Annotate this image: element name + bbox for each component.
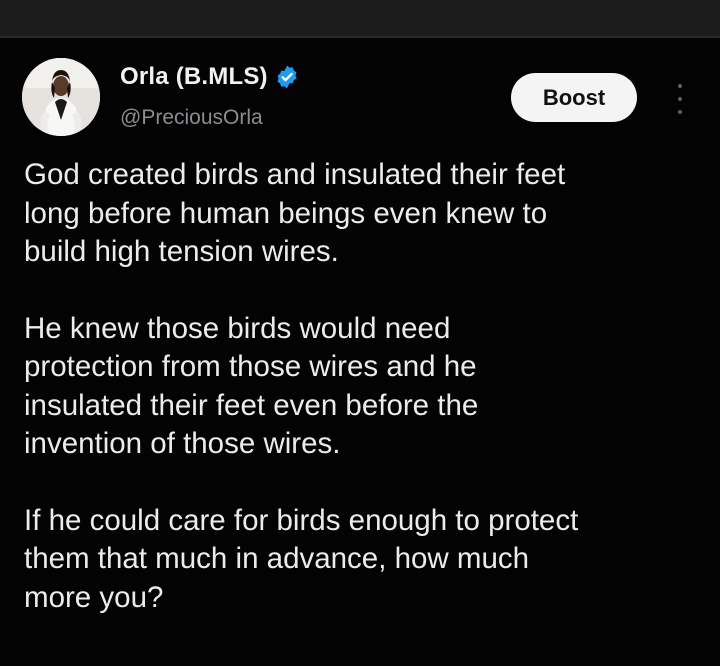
dot bbox=[678, 110, 682, 114]
dot bbox=[678, 84, 682, 88]
dot bbox=[678, 97, 682, 101]
verified-badge-icon bbox=[274, 64, 300, 90]
post-paragraph-3: If he could care for birds enough to pro… bbox=[24, 503, 579, 614]
profile-photo-icon bbox=[22, 58, 100, 136]
screenshot-frame: Orla (B.MLS) @PreciousOrla Boost God cre… bbox=[0, 0, 720, 666]
post-paragraph-2: He knew those birds would need protectio… bbox=[24, 311, 479, 461]
post-body: God created birds and insulated their fe… bbox=[24, 156, 704, 617]
display-name[interactable]: Orla (B.MLS) bbox=[120, 63, 268, 91]
boost-button[interactable]: Boost bbox=[511, 73, 637, 122]
top-bar bbox=[0, 0, 720, 36]
user-handle[interactable]: @PreciousOrla bbox=[120, 106, 263, 130]
more-options-icon[interactable] bbox=[672, 84, 688, 114]
author-name-row[interactable]: Orla (B.MLS) bbox=[120, 62, 300, 92]
avatar[interactable] bbox=[22, 58, 100, 136]
post-paragraph-1: God created birds and insulated their fe… bbox=[24, 158, 566, 268]
